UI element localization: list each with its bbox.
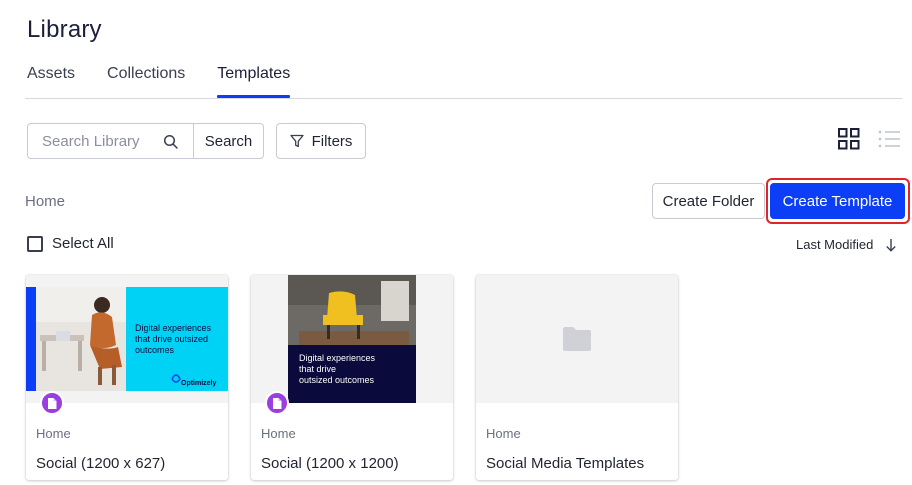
filters-label: Filters [311,132,353,150]
thumbnail-brand: Optimizely [181,380,217,387]
select-all-checkbox[interactable] [27,235,43,252]
template-thumbnail: Digital experiences that drive outsized … [251,275,453,403]
list-view-icon[interactable] [877,128,901,150]
page-title: Library [27,16,102,43]
grid-view-icon[interactable] [838,128,860,150]
folder-thumbnail [476,275,678,403]
document-icon [273,397,282,409]
tab-collections[interactable]: Collections [107,63,185,98]
card-location: Home [486,426,521,441]
document-icon [48,397,57,409]
library-tabs: Assets Collections Templates [27,63,322,99]
sort-label: Last Modified [796,237,874,252]
template-card[interactable]: Digital experiences that drive outsized … [251,275,453,480]
select-all-label: Select All [52,235,114,252]
tab-assets[interactable]: Assets [27,63,75,98]
filter-icon [289,134,304,148]
select-all[interactable]: Select All [27,235,114,252]
card-title[interactable]: Social Media Templates [486,455,644,472]
create-template-button[interactable]: Create Template [770,183,905,219]
sort-control[interactable]: Last Modified [796,237,897,252]
search-field[interactable] [27,123,194,159]
search-button[interactable]: Search [193,123,264,159]
card-location: Home [261,426,296,441]
breadcrumb[interactable]: Home [25,193,65,210]
tabs-divider [25,98,902,99]
template-badge [265,391,289,415]
search-icon[interactable] [163,134,179,150]
card-title[interactable]: Social (1200 x 627) [36,455,165,472]
search-input[interactable] [42,132,162,150]
card-title[interactable]: Social (1200 x 1200) [261,455,399,472]
create-folder-button[interactable]: Create Folder [652,183,765,219]
template-thumbnail: Digital experiences that drive outsized … [26,275,228,403]
template-badge [40,391,64,415]
filters-button[interactable]: Filters [276,123,366,159]
card-location: Home [36,426,71,441]
folder-card[interactable]: Home Social Media Templates [476,275,678,480]
template-card[interactable]: Digital experiences that drive outsized … [26,275,228,480]
folder-icon [563,327,591,351]
tab-templates[interactable]: Templates [217,63,290,98]
arrow-down-icon[interactable] [885,238,897,252]
